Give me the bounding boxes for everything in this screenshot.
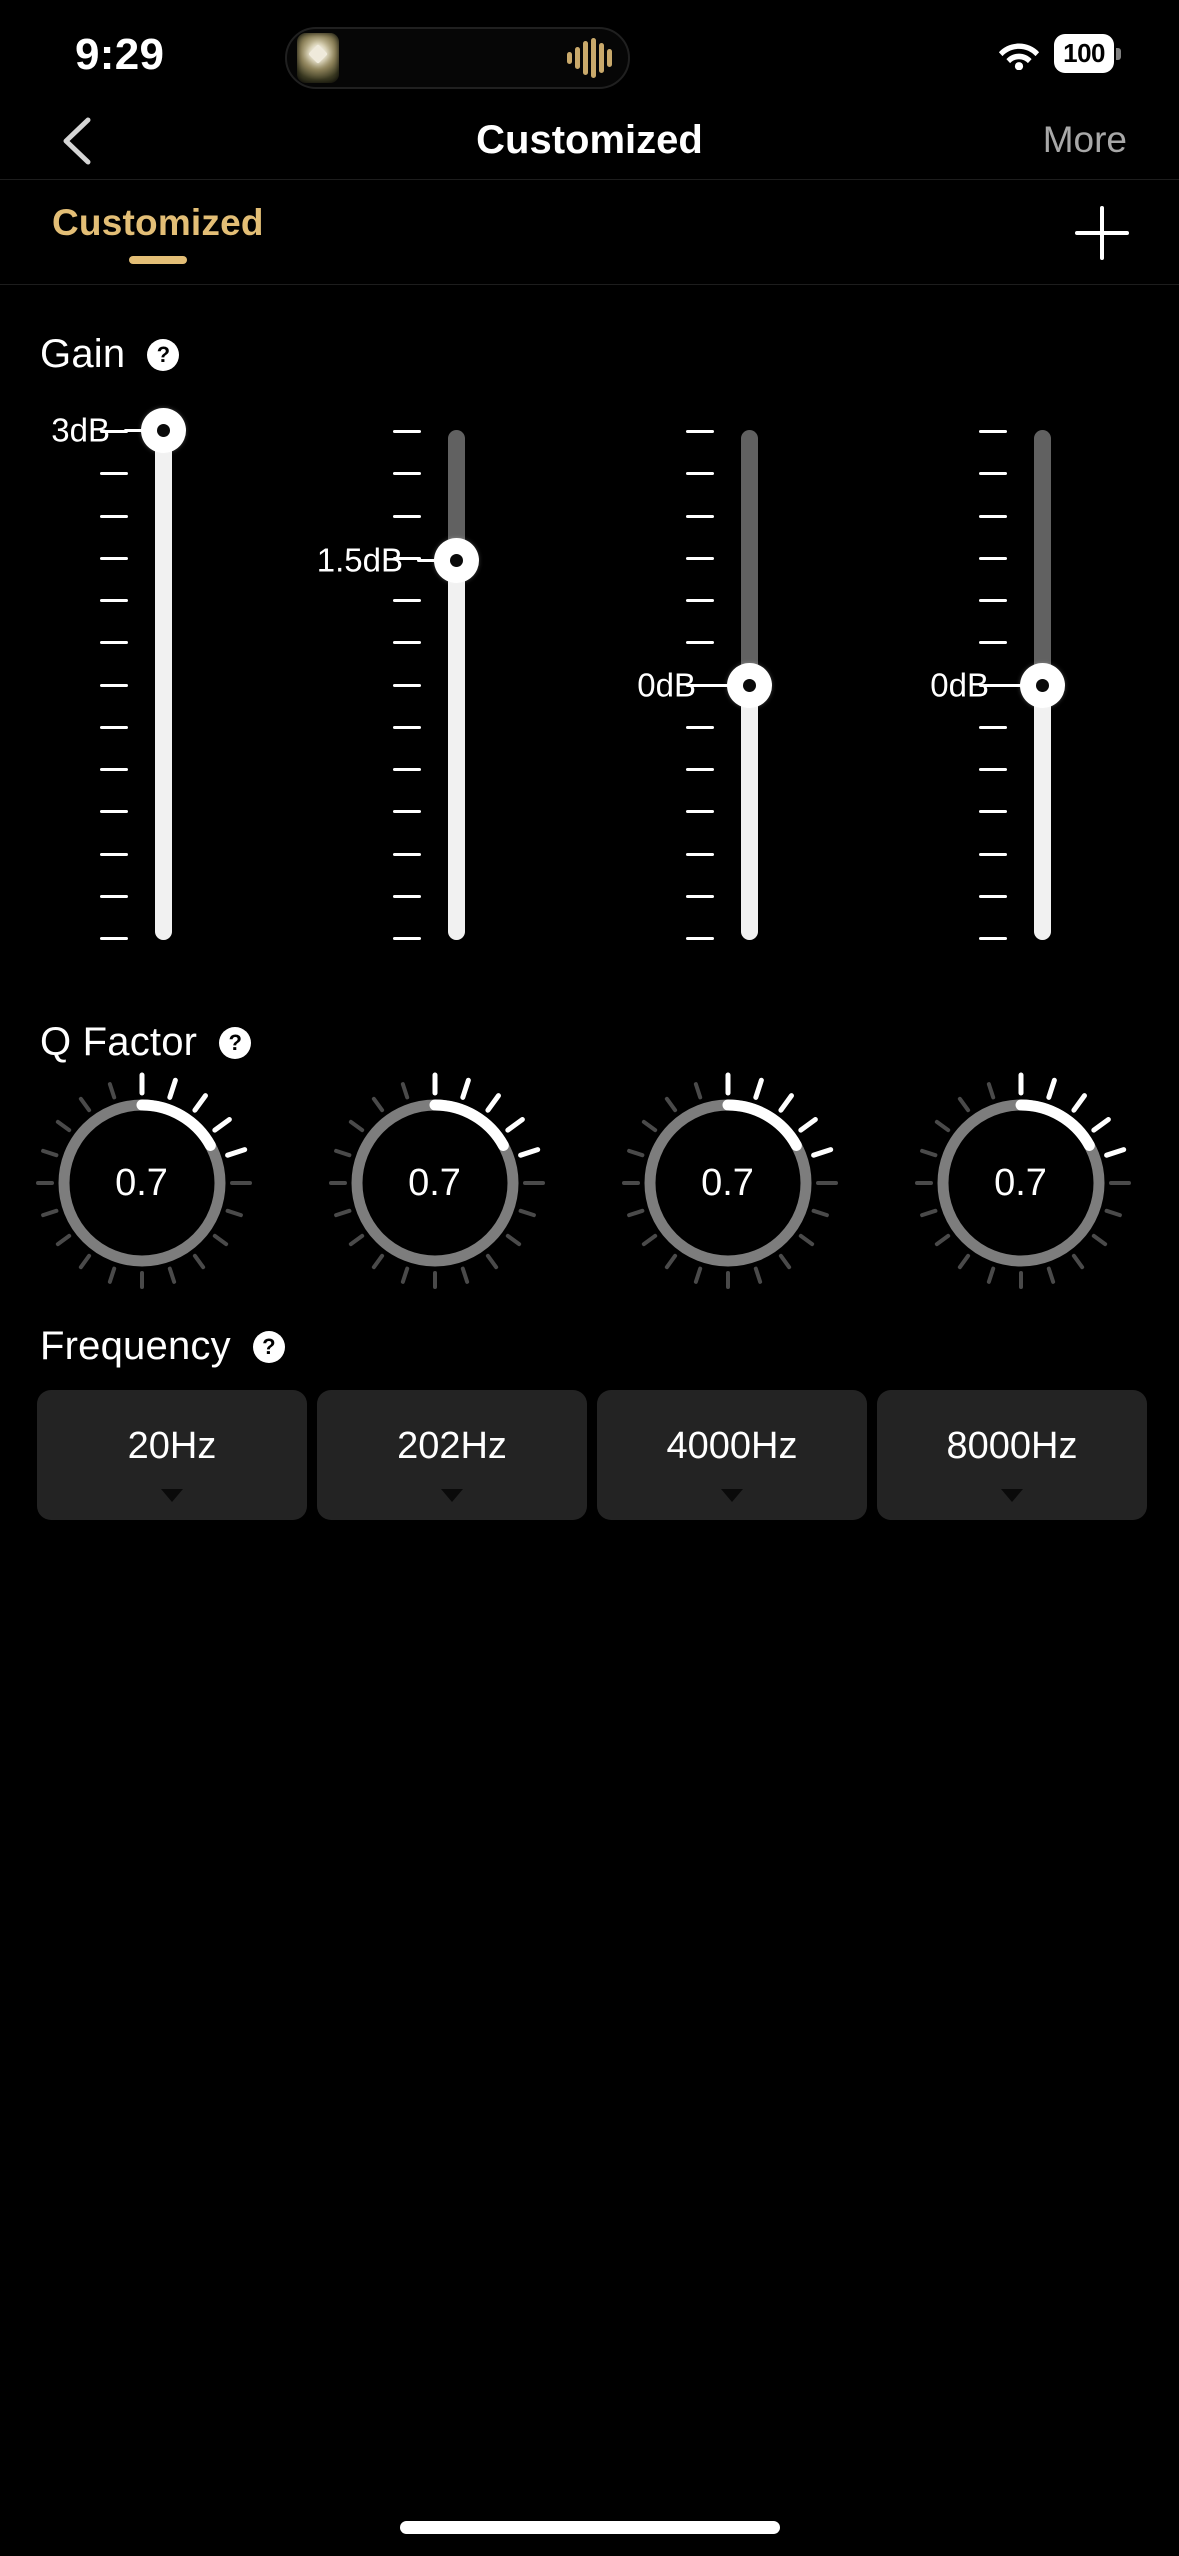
gain-help-icon[interactable]: ?	[147, 338, 180, 371]
gain-section-header: Gain ?	[40, 332, 180, 377]
page-title: Customized	[476, 117, 703, 162]
battery-indicator: 100	[1054, 34, 1121, 73]
gain-slider-4-value: 0dB	[930, 666, 989, 704]
q-factor-help-icon[interactable]: ?	[219, 1026, 252, 1059]
q-factor-knob-2-col: 0.7	[288, 1072, 581, 1289]
gain-slider-1-ticks	[100, 430, 128, 940]
gain-slider-2-ticks	[393, 430, 421, 940]
q-factor-knob-4-value: 0.7	[994, 1161, 1047, 1204]
q-factor-knob-4[interactable]: 0.7	[901, 1063, 1141, 1303]
gain-slider-2-thumb[interactable]	[434, 537, 479, 583]
gain-slider-1-value: 3dB	[51, 411, 110, 449]
gain-slider-4: 0dB	[879, 420, 1172, 950]
gain-slider-1: 3dB	[0, 407, 293, 950]
album-art-thumbnail[interactable]	[297, 33, 339, 83]
navigation-bar: Customized More	[0, 100, 1179, 180]
caret-down-icon	[1001, 1489, 1023, 1502]
gain-slider-4-thumb[interactable]	[1020, 662, 1065, 708]
frequency-button-row: 20Hz 202Hz 4000Hz 8000Hz	[37, 1390, 1147, 1520]
gain-slider-4-track[interactable]	[1020, 430, 1065, 940]
frequency-dropdown-4-label: 8000Hz	[946, 1424, 1078, 1467]
q-factor-knob-group: 0.7 0.7 0.7 0.7	[0, 1072, 1179, 1289]
audio-waveform-icon	[567, 38, 612, 78]
caret-down-icon	[161, 1489, 183, 1502]
battery-level-label: 100	[1054, 34, 1114, 73]
dynamic-island[interactable]	[285, 27, 630, 89]
caret-down-icon	[721, 1489, 743, 1502]
more-button[interactable]: More	[1043, 100, 1127, 180]
gain-slider-1-thumb[interactable]	[141, 407, 186, 453]
gain-slider-3-fill	[741, 685, 758, 940]
tab-customized[interactable]: Customized	[52, 181, 264, 285]
gain-slider-3-value: 0dB	[637, 666, 696, 704]
status-bar: 9:29 100	[0, 0, 1179, 100]
gain-slider-3: 0dB	[586, 420, 879, 950]
frequency-section-header: Frequency ?	[40, 1324, 285, 1369]
caret-down-icon	[441, 1489, 463, 1502]
frequency-section-title: Frequency	[40, 1324, 231, 1368]
status-bar-right-group: 100	[998, 34, 1121, 73]
add-preset-button[interactable]	[1073, 204, 1131, 262]
q-factor-knob-1-value: 0.7	[115, 1161, 168, 1204]
battery-cap-icon	[1116, 47, 1121, 60]
gain-slider-group: 3dB 1.5dB 0dB 0dB	[0, 407, 1179, 950]
tab-active-indicator	[128, 256, 187, 264]
gain-slider-2-track[interactable]	[434, 430, 479, 940]
frequency-dropdown-2[interactable]: 202Hz	[317, 1390, 587, 1520]
frequency-help-icon[interactable]: ?	[252, 1330, 285, 1363]
q-factor-section-title: Q Factor	[40, 1020, 198, 1064]
gain-slider-3-track[interactable]	[727, 430, 772, 940]
frequency-dropdown-2-label: 202Hz	[397, 1424, 507, 1467]
tab-customized-label: Customized	[52, 202, 264, 243]
q-factor-section-header: Q Factor ?	[40, 1020, 252, 1065]
gain-section-title: Gain	[40, 332, 126, 376]
gain-slider-3-thumb[interactable]	[727, 662, 772, 708]
q-factor-knob-1[interactable]: 0.7	[22, 1063, 262, 1303]
gain-slider-1-track[interactable]	[141, 407, 186, 940]
preset-tab-bar: Customized	[0, 181, 1179, 285]
gain-slider-2-fill	[448, 560, 465, 940]
q-factor-knob-2[interactable]: 0.7	[315, 1063, 555, 1303]
status-bar-time: 9:29	[75, 30, 165, 79]
wifi-icon	[999, 43, 1040, 70]
gain-slider-1-fill	[155, 430, 172, 940]
gain-slider-4-fill	[1034, 685, 1051, 940]
frequency-dropdown-4[interactable]: 8000Hz	[877, 1390, 1147, 1520]
q-factor-knob-1-col: 0.7	[0, 1072, 288, 1289]
frequency-dropdown-1-label: 20Hz	[127, 1424, 217, 1467]
q-factor-knob-4-col: 0.7	[874, 1072, 1167, 1289]
gain-slider-2: 1.5dB	[293, 420, 586, 950]
frequency-dropdown-3-label: 4000Hz	[666, 1424, 798, 1467]
q-factor-knob-2-value: 0.7	[408, 1161, 461, 1204]
q-factor-knob-3[interactable]: 0.7	[608, 1063, 848, 1303]
frequency-dropdown-1[interactable]: 20Hz	[37, 1390, 307, 1520]
frequency-dropdown-3[interactable]: 4000Hz	[597, 1390, 867, 1520]
gain-slider-2-value: 1.5dB	[316, 541, 403, 579]
q-factor-knob-3-value: 0.7	[701, 1161, 754, 1204]
home-indicator	[399, 2521, 780, 2534]
q-factor-knob-3-col: 0.7	[581, 1072, 874, 1289]
